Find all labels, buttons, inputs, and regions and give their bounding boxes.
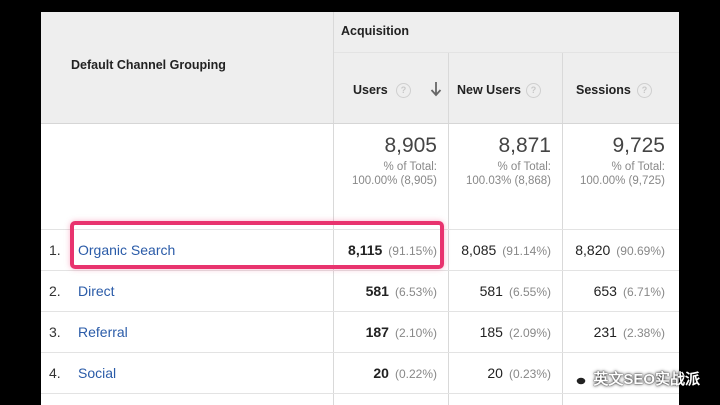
wechat-icon xyxy=(569,371,588,386)
highlight-box xyxy=(70,221,444,269)
row-divider xyxy=(41,270,679,271)
users-cell: 20 (0.22%) xyxy=(373,365,437,381)
total-sessions-pct: 100.00% (9,725) xyxy=(579,175,665,187)
new-users-cell: 185 (2.09%) xyxy=(479,324,551,340)
total-users: 8,905 xyxy=(384,134,437,157)
column-header-users[interactable]: Users xyxy=(353,83,388,97)
help-icon[interactable]: ? xyxy=(526,83,541,98)
dimension-header[interactable]: Default Channel Grouping xyxy=(71,58,226,72)
row-divider xyxy=(41,393,679,394)
channel-link-social[interactable]: Social xyxy=(78,365,116,381)
sessions-cell: 8,820 (90.69%) xyxy=(575,242,665,258)
row-divider xyxy=(41,352,679,353)
total-sessions: 9,725 xyxy=(612,134,665,157)
row-divider xyxy=(334,52,679,53)
users-cell: 187 (2.10%) xyxy=(365,324,437,340)
total-sessions-label: % of Total: xyxy=(611,161,666,173)
channel-link-referral[interactable]: Referral xyxy=(78,324,128,340)
row-divider xyxy=(41,123,679,124)
sessions-cell: 653 (6.71%) xyxy=(593,283,665,299)
analytics-table: Default Channel Grouping Acquisition Use… xyxy=(41,12,679,405)
sessions-cell: 231 (2.38%) xyxy=(593,324,665,340)
watermark-text: 英文SEO实战派 xyxy=(593,371,700,388)
row-index: 4. xyxy=(49,365,61,381)
channel-link-direct[interactable]: Direct xyxy=(78,283,115,299)
new-users-cell: 581 (6.55%) xyxy=(479,283,551,299)
new-users-cell: 20 (0.23%) xyxy=(487,365,551,381)
column-header-sessions[interactable]: Sessions xyxy=(576,83,631,97)
row-index: 1. xyxy=(49,242,61,258)
help-icon[interactable]: ? xyxy=(396,83,411,98)
users-cell: 581 (6.53%) xyxy=(365,283,437,299)
sort-descending-icon[interactable] xyxy=(430,81,442,97)
group-header-acquisition: Acquisition xyxy=(341,24,410,38)
total-new-users-pct: 100.03% (8,868) xyxy=(465,175,551,187)
row-divider xyxy=(41,311,679,312)
help-icon[interactable]: ? xyxy=(637,83,652,98)
row-index: 2. xyxy=(49,283,61,299)
column-header-new-users[interactable]: New Users xyxy=(457,83,521,97)
total-new-users: 8,871 xyxy=(498,134,551,157)
total-new-users-label: % of Total: xyxy=(497,161,552,173)
column-divider xyxy=(333,12,334,405)
row-index: 3. xyxy=(49,324,61,340)
watermark: 英文SEO实战派 xyxy=(569,368,700,389)
total-users-pct: 100.00% (8,905) xyxy=(351,175,437,187)
new-users-cell: 8,085 (91.14%) xyxy=(461,242,551,258)
total-users-label: % of Total: xyxy=(383,161,438,173)
